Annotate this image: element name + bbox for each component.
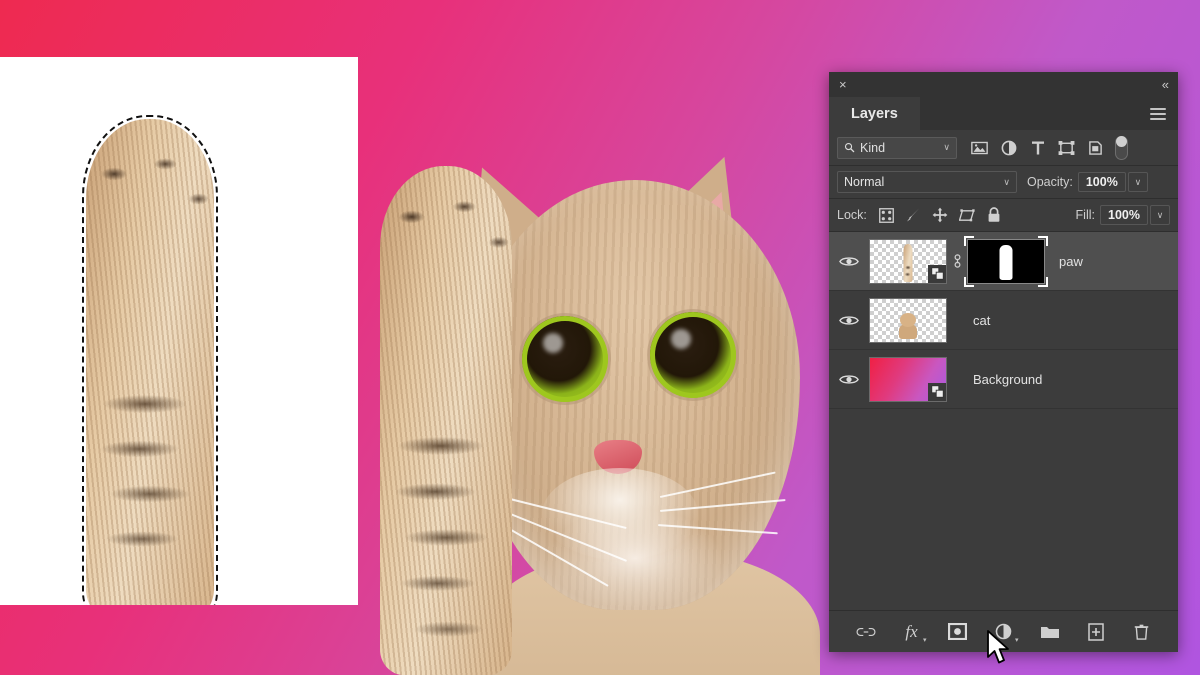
mask-selection-bracket bbox=[1038, 276, 1048, 287]
lock-label: Lock: bbox=[837, 208, 867, 222]
layer-thumbnail-background[interactable] bbox=[869, 356, 947, 402]
blend-opacity-row: Normal ∨ Opacity: 100% ∨ bbox=[829, 166, 1178, 199]
new-adjustment-layer-button[interactable]: ▾ bbox=[991, 619, 1019, 645]
filter-pixel-icon[interactable] bbox=[965, 135, 994, 161]
marching-ants-selection bbox=[82, 115, 218, 605]
lock-image-brush-icon[interactable] bbox=[900, 203, 927, 227]
fill-chevron-down-icon[interactable]: ∨ bbox=[1150, 205, 1170, 225]
lock-all-icon[interactable] bbox=[981, 203, 1008, 227]
layer-mask-thumbnail[interactable] bbox=[964, 235, 1048, 287]
layers-panel: × « Layers Kind ∨ Normal ∨ Opacity: 100%… bbox=[829, 72, 1178, 652]
chevron-glyph: ∨ bbox=[1134, 176, 1142, 187]
mask-link-icon[interactable] bbox=[947, 252, 967, 270]
filter-type-icon[interactable] bbox=[1023, 135, 1052, 161]
filter-adjustment-icon[interactable] bbox=[994, 135, 1023, 161]
chevron-glyph: ∨ bbox=[1156, 209, 1164, 220]
mask-selection-bracket bbox=[1038, 235, 1048, 246]
filter-kind-label: Kind bbox=[860, 140, 886, 155]
filter-shape-icon[interactable] bbox=[1052, 135, 1081, 161]
add-layer-mask-button[interactable] bbox=[945, 619, 971, 645]
layer-visibility-toggle[interactable] bbox=[829, 255, 869, 268]
chevron-down-icon: ∨ bbox=[943, 142, 950, 152]
filter-smart-object-icon[interactable] bbox=[1081, 135, 1110, 161]
collapse-panel-icon[interactable]: « bbox=[1162, 77, 1169, 92]
lock-transparency-icon[interactable] bbox=[873, 203, 900, 227]
layer-visibility-toggle[interactable] bbox=[829, 373, 869, 386]
cat-eye-left bbox=[522, 316, 608, 402]
search-icon bbox=[844, 142, 855, 153]
layer-name-label[interactable]: cat bbox=[973, 313, 990, 328]
layer-filter-row: Kind ∨ bbox=[829, 130, 1178, 166]
photoshop-screenshot: × « Layers Kind ∨ Normal ∨ Opacity: 100%… bbox=[0, 0, 1200, 675]
layer-visibility-toggle[interactable] bbox=[829, 314, 869, 327]
mask-selection-bracket bbox=[964, 235, 974, 246]
blend-mode-select[interactable]: Normal ∨ bbox=[837, 171, 1017, 193]
lock-row: Lock: Fill: 100% ∨ bbox=[829, 199, 1178, 232]
thumbnail-cat-art bbox=[897, 312, 919, 339]
chevron-down-icon: ∨ bbox=[1003, 176, 1010, 187]
thumbnail-paw-art bbox=[903, 243, 913, 282]
lock-artboard-icon[interactable] bbox=[954, 203, 981, 227]
chevron-down-icon: ▾ bbox=[1014, 636, 1019, 644]
document-white-canvas[interactable] bbox=[0, 57, 358, 605]
cat-with-raised-paw bbox=[360, 120, 830, 675]
smart-object-badge bbox=[928, 382, 946, 401]
new-group-button[interactable] bbox=[1037, 619, 1063, 645]
eye-icon bbox=[839, 256, 859, 266]
opacity-chevron-down-icon[interactable]: ∨ bbox=[1127, 172, 1148, 192]
panel-titlebar: × « bbox=[829, 72, 1178, 97]
fill-label: Fill: bbox=[1075, 208, 1095, 222]
cat-eye-right bbox=[650, 312, 736, 398]
blend-mode-value: Normal bbox=[844, 175, 885, 189]
panel-menu-icon[interactable] bbox=[1150, 97, 1178, 130]
hamburger-icon bbox=[1150, 105, 1166, 123]
chevron-down-icon: ▾ bbox=[922, 636, 927, 644]
fx-glyph: fx bbox=[905, 621, 918, 641]
delete-layer-button[interactable] bbox=[1129, 619, 1155, 645]
smart-object-badge bbox=[928, 264, 946, 283]
eye-icon bbox=[839, 315, 859, 325]
new-layer-button[interactable] bbox=[1083, 619, 1109, 645]
filter-kind-select[interactable]: Kind ∨ bbox=[837, 136, 957, 159]
panel-tab-strip: Layers bbox=[829, 97, 1178, 130]
tab-layers[interactable]: Layers bbox=[829, 97, 920, 130]
layer-name-label[interactable]: Background bbox=[973, 372, 1042, 387]
layer-row-paw[interactable]: paw bbox=[829, 232, 1178, 291]
filter-enable-toggle[interactable] bbox=[1115, 135, 1128, 160]
layer-row-cat[interactable]: cat bbox=[829, 291, 1178, 350]
mask-paw-shape bbox=[999, 244, 1013, 280]
layer-list: paw cat Background bbox=[829, 232, 1178, 610]
close-icon[interactable]: × bbox=[839, 78, 847, 91]
layer-name-label[interactable]: paw bbox=[1059, 254, 1083, 269]
layer-styles-fx-button[interactable]: fx ▾ bbox=[899, 619, 927, 645]
mask-selection-bracket bbox=[964, 276, 974, 287]
fill-input[interactable]: 100% bbox=[1100, 205, 1148, 225]
layer-row-background[interactable]: Background bbox=[829, 350, 1178, 409]
filter-icon-group bbox=[965, 135, 1170, 161]
opacity-input[interactable]: 100% bbox=[1077, 172, 1126, 192]
cat-raised-paw bbox=[380, 166, 512, 675]
layers-panel-toolbar: fx ▾ ▾ bbox=[829, 610, 1178, 652]
opacity-label: Opacity: bbox=[1027, 175, 1073, 189]
link-layers-button[interactable] bbox=[853, 619, 879, 645]
lock-position-icon[interactable] bbox=[927, 203, 954, 227]
eye-icon bbox=[839, 374, 859, 384]
layer-thumbnail-cat[interactable] bbox=[869, 297, 947, 343]
layer-thumbnail-paw[interactable] bbox=[869, 238, 947, 284]
